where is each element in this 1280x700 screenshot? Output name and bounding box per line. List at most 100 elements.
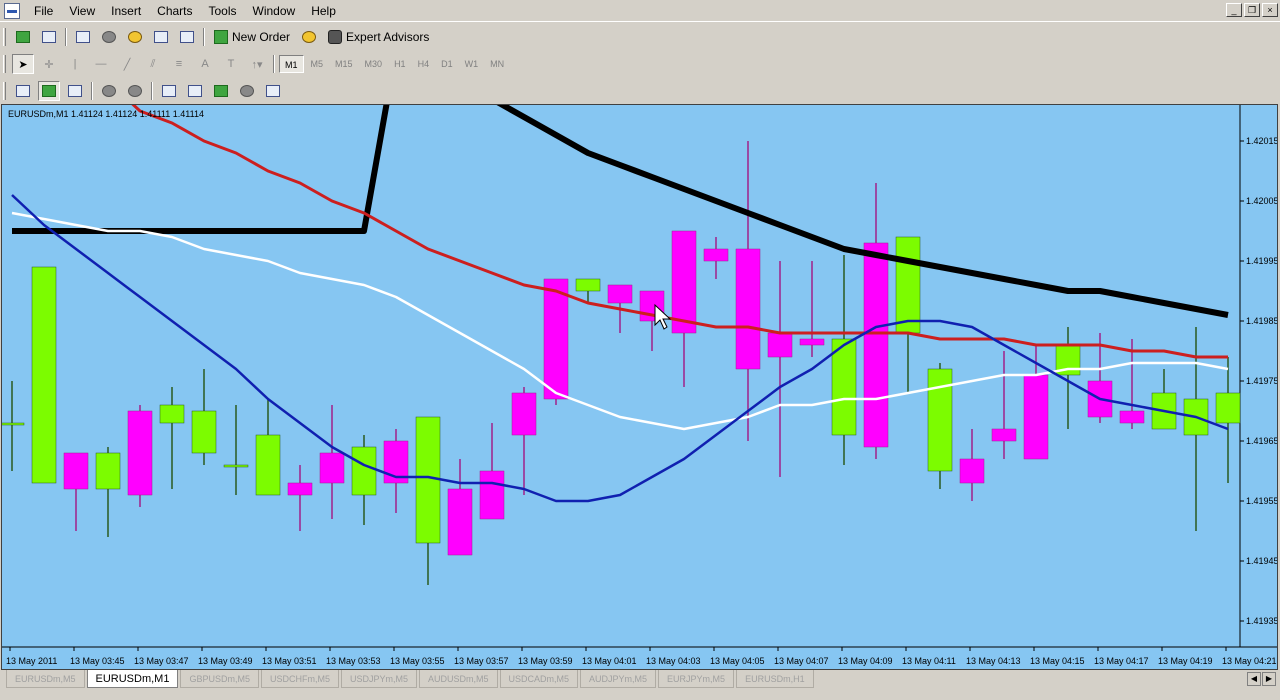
channel-button[interactable]: ⫽ — [142, 54, 164, 74]
zoom-in-button[interactable] — [98, 81, 120, 101]
bull-candle — [159, 404, 185, 424]
autoscroll-icon — [214, 85, 228, 97]
tab-audjpym-m5[interactable]: AUDJPYm,M5 — [580, 670, 657, 688]
market-watch-button[interactable] — [72, 27, 94, 47]
metatrader-window: File View Insert Charts Tools Window Hel… — [0, 0, 1280, 700]
menu-charts[interactable]: Charts — [149, 0, 200, 22]
arrows-menu-button[interactable]: ↑▾ — [246, 54, 268, 74]
price-tick-label: 1.41995 — [1246, 256, 1277, 266]
bear-candle — [287, 482, 313, 496]
tab-eurjpym-m5[interactable]: EURJPYm,M5 — [658, 670, 735, 688]
chart-shift-button[interactable] — [184, 81, 206, 101]
tab-eurusdm-m5[interactable]: EURUSDm,M5 — [6, 670, 85, 688]
time-tick-label: 13 May 04:09 — [838, 656, 893, 666]
navigator-button[interactable] — [98, 27, 120, 47]
tab-gbpusdm-m5[interactable]: GBPUSDm,M5 — [180, 670, 259, 688]
restore-button[interactable]: ❐ — [1244, 3, 1260, 17]
label-tool-button[interactable]: T — [220, 54, 242, 74]
periods-button[interactable] — [262, 81, 284, 101]
tab-scroll-left-icon[interactable]: ◀ — [1247, 672, 1261, 686]
bear-candle — [127, 410, 153, 496]
timeframe-mn[interactable]: MN — [485, 55, 509, 73]
chart-canvas[interactable]: 1.42015 1.42005 1.41995 1.41985 1.41975 1.419… — [2, 105, 1277, 669]
vertical-line-button[interactable]: | — [64, 54, 86, 74]
tab-eurusdm-h1[interactable]: EURUSDm,H1 — [736, 670, 814, 688]
timeframe-m30[interactable]: M30 — [360, 55, 388, 73]
bull-candle — [415, 416, 441, 544]
horizontal-line-icon: — — [95, 58, 107, 70]
time-tick-label: 13 May 2011 — [6, 656, 57, 666]
minimize-button[interactable]: _ — [1226, 3, 1242, 17]
bear-candle — [703, 248, 729, 262]
bull-candle — [351, 446, 377, 496]
bear-candle — [799, 338, 825, 346]
expert-advisors-button[interactable]: Expert Advisors — [322, 27, 435, 47]
crosshair-tool-button[interactable]: ✛ — [38, 54, 60, 74]
text-tool-button[interactable]: A — [194, 54, 216, 74]
toolbar-grip[interactable] — [3, 28, 6, 46]
tab-eurusdm-m1[interactable]: EURUSDm,M1 — [86, 670, 179, 688]
cursor-tool-button[interactable]: ➤ — [12, 54, 34, 74]
bull-candle — [575, 278, 601, 292]
line-chart-button[interactable] — [64, 81, 86, 101]
new-chart-button[interactable] — [12, 27, 34, 47]
new-chart-icon — [16, 31, 30, 43]
data-window-button[interactable] — [124, 27, 146, 47]
new-order-button[interactable]: New Order — [208, 27, 296, 47]
bar-chart-button[interactable] — [12, 81, 34, 101]
periods-icon — [266, 85, 280, 97]
indicators-button[interactable] — [236, 81, 258, 101]
profiles-button[interactable] — [38, 27, 60, 47]
terminal-icon — [154, 31, 168, 43]
candlestick-button[interactable] — [38, 81, 60, 101]
bull-candle — [2, 422, 25, 426]
autoscroll-button[interactable] — [210, 81, 232, 101]
bear-candle — [671, 230, 697, 334]
close-button[interactable]: × — [1262, 3, 1278, 17]
navigator-icon — [102, 31, 116, 43]
toolbar-grip[interactable] — [3, 82, 6, 100]
tile-windows-button[interactable] — [158, 81, 180, 101]
menu-tools[interactable]: Tools — [201, 0, 245, 22]
menu-insert[interactable]: Insert — [103, 0, 149, 22]
timeframe-w1[interactable]: W1 — [460, 55, 484, 73]
timeframe-m15[interactable]: M15 — [330, 55, 358, 73]
menu-file[interactable]: File — [26, 0, 61, 22]
window-controls: _ ❐ × — [1226, 3, 1278, 17]
zoom-out-button[interactable] — [124, 81, 146, 101]
timeframe-d1[interactable]: D1 — [436, 55, 458, 73]
candlestick-icon — [42, 85, 56, 97]
timeframe-m5[interactable]: M5 — [306, 55, 329, 73]
timeframe-h4[interactable]: H4 — [413, 55, 435, 73]
line-chart-icon — [68, 85, 82, 97]
bear-candle — [1023, 374, 1049, 460]
time-tick-label: 13 May 04:21 — [1222, 656, 1277, 666]
horizontal-line-button[interactable]: — — [90, 54, 112, 74]
menu-window[interactable]: Window — [245, 0, 304, 22]
tile-windows-icon — [162, 85, 176, 97]
menu-view[interactable]: View — [61, 0, 103, 22]
timeframe-h1[interactable]: H1 — [389, 55, 411, 73]
chart-window-icon[interactable] — [4, 2, 20, 19]
timeframe-m1[interactable]: M1 — [279, 55, 304, 73]
toolbar-grip[interactable] — [3, 55, 6, 73]
tab-usdchfm-m5[interactable]: USDCHFm,M5 — [260, 670, 339, 688]
tab-scroll-right-icon[interactable]: ▶ — [1262, 672, 1276, 686]
trendline-button[interactable]: ╱ — [116, 54, 138, 74]
time-tick-label: 13 May 03:45 — [70, 656, 125, 666]
time-tick-label: 13 May 04:07 — [774, 656, 829, 666]
strategy-tester-button[interactable] — [176, 27, 198, 47]
metaeditor-icon — [302, 31, 317, 43]
tab-usdjpym-m5[interactable]: USDJPYm,M5 — [340, 670, 417, 688]
tab-usdcadm-m5[interactable]: USDCADm,M5 — [499, 670, 579, 688]
terminal-button[interactable] — [150, 27, 172, 47]
price-chart[interactable]: 1.42015 1.42005 1.41995 1.41985 1.41975 1.419… — [1, 104, 1278, 670]
time-tick-label: 13 May 03:49 — [198, 656, 253, 666]
tab-audusdm-m5[interactable]: AUDUSDm,M5 — [419, 670, 498, 688]
menu-help[interactable]: Help — [303, 0, 344, 22]
fibonacci-button[interactable]: ≡ — [168, 54, 190, 74]
metaeditor-button[interactable] — [298, 27, 320, 47]
price-tick-label: 1.42015 — [1246, 136, 1277, 146]
bear-candle — [63, 452, 89, 490]
bear-candle — [767, 332, 793, 358]
